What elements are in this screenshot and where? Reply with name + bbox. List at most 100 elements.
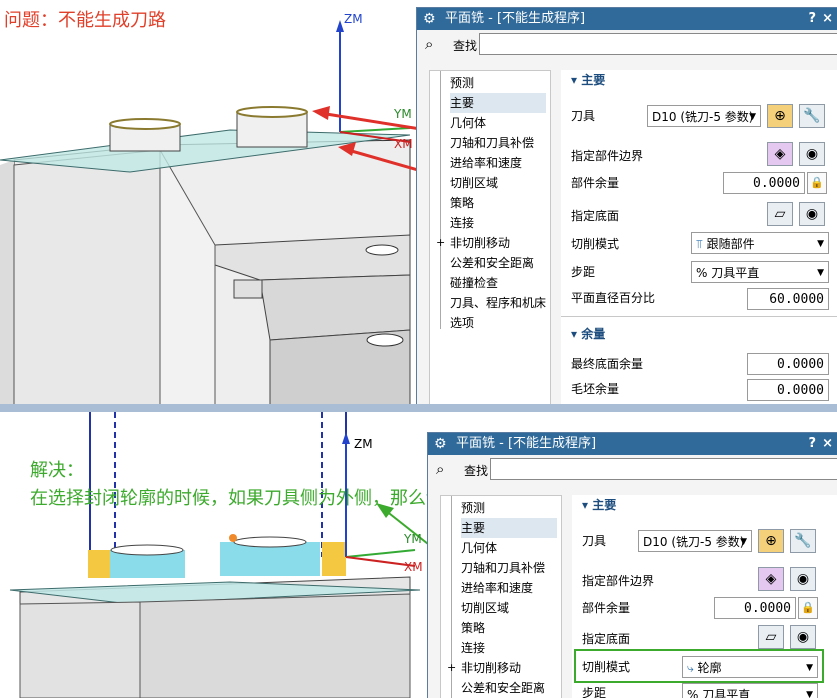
- solution-screenshot: 解决： 在选择封闭轮廓的时候，如果刀具侧为外侧，那么切削模式只能选择轮廓 ZM …: [0, 412, 837, 698]
- expand-icon[interactable]: +: [447, 662, 456, 673]
- ym-axis-label: YM: [404, 532, 422, 546]
- nav-item-feeds[interactable]: 进给率和速度: [450, 153, 522, 173]
- nav-item-preview[interactable]: 预测: [461, 498, 485, 518]
- close-button[interactable]: ×: [822, 433, 833, 455]
- follow-part-icon: ⫪: [696, 237, 707, 251]
- xm-axis-label: XM: [404, 560, 423, 574]
- part-stock-label: 部件余量: [571, 176, 620, 190]
- chevron-down-icon: ▼: [749, 112, 756, 122]
- part-boundary-icon[interactable]: ◈: [767, 142, 793, 166]
- floor-eye-icon[interactable]: ◉: [799, 202, 825, 226]
- binoculars-icon: ⌕: [425, 35, 434, 53]
- floor-label: 指定底面: [582, 632, 631, 646]
- tool-select[interactable]: D10 (铣刀-5 参数) ▼: [647, 105, 761, 127]
- nav-item-geometry[interactable]: 几何体: [461, 538, 497, 558]
- new-tool-icon[interactable]: ⊕: [767, 104, 793, 128]
- nav-tree: 预测 主要 几何体 刀轴和刀具补偿 进给率和速度 切削区域 策略 连接 + 非切…: [429, 70, 551, 410]
- nav-item-connect[interactable]: 连接: [450, 213, 474, 233]
- floor-eye-icon[interactable]: ◉: [790, 625, 816, 649]
- display-eye-icon[interactable]: ◉: [799, 142, 825, 166]
- collapse-icon: ▾: [571, 73, 582, 87]
- nav-item-strategy[interactable]: 策略: [461, 618, 485, 638]
- nav-item-tolerance[interactable]: 公差和安全距离: [450, 253, 534, 273]
- edit-tool-icon[interactable]: 🔧: [790, 529, 816, 553]
- cut-pattern-highlight: [574, 649, 824, 683]
- binoculars-icon: ⌕: [436, 460, 445, 478]
- nav-item-noncut[interactable]: 非切削移动: [461, 658, 521, 678]
- part-boundary-icon[interactable]: ◈: [758, 567, 784, 591]
- percent-label: 平面直径百分比: [571, 291, 656, 305]
- help-button[interactable]: ?: [808, 433, 816, 455]
- find-input[interactable]: [490, 458, 837, 480]
- part-stock-input[interactable]: 0.0000: [723, 172, 805, 194]
- nav-item-cut-region[interactable]: 切削区域: [461, 598, 509, 618]
- nav-item-tool-program[interactable]: 刀具、程序和机床: [450, 293, 546, 313]
- blank-stock-label: 毛坯余量: [571, 382, 620, 396]
- percent-input[interactable]: 60.0000: [747, 288, 829, 310]
- stock-section-header[interactable]: ▾ 余量: [571, 324, 605, 344]
- stepover-select[interactable]: % 刀具平直 ▼: [682, 683, 818, 698]
- nav-item-cut-region[interactable]: 切削区域: [450, 173, 498, 193]
- new-tool-icon[interactable]: ⊕: [758, 529, 784, 553]
- part-boundary-label: 指定部件边界: [582, 574, 655, 588]
- final-floor-input[interactable]: 0.0000: [747, 353, 829, 375]
- expand-icon[interactable]: +: [436, 237, 445, 248]
- floor-select-icon[interactable]: ▱: [767, 202, 793, 226]
- zm-axis-label: ZM: [344, 12, 363, 26]
- stepover-label: 步距: [582, 686, 607, 698]
- nav-item-geometry[interactable]: 几何体: [450, 113, 486, 133]
- cut-pattern-label: 切削模式: [571, 237, 620, 251]
- nav-item-collision[interactable]: 碰撞检查: [450, 273, 498, 293]
- nav-item-noncut[interactable]: 非切削移动: [450, 233, 510, 253]
- chevron-down-icon: ▼: [806, 690, 813, 698]
- nav-item-preview[interactable]: 预测: [450, 73, 474, 93]
- stepover-label: 步距: [571, 265, 596, 279]
- nav-item-strategy[interactable]: 策略: [450, 193, 474, 213]
- part-boundary-label: 指定部件边界: [571, 149, 644, 163]
- nav-item-feeds[interactable]: 进给率和速度: [461, 578, 533, 598]
- find-row: ⌕ 查找: [428, 455, 837, 483]
- floor-label: 指定底面: [571, 209, 620, 223]
- gear-icon: ⚙: [434, 436, 447, 452]
- close-button[interactable]: ×: [822, 8, 833, 30]
- cut-pattern-select[interactable]: ⫪ 跟随部件 ▼: [691, 232, 829, 254]
- dialog-title-bar: ⚙ 平面铣 - [不能生成程序] ? ×: [417, 8, 837, 30]
- nav-item-main[interactable]: 主要: [461, 518, 557, 538]
- chevron-down-icon: ▼: [817, 268, 824, 278]
- lock-icon[interactable]: 🔒: [807, 172, 827, 194]
- gear-icon: ⚙: [423, 11, 436, 27]
- blank-stock-input[interactable]: 0.0000: [747, 379, 829, 401]
- solution-title: 解决：: [30, 460, 84, 481]
- nav-item-options[interactable]: 选项: [450, 313, 474, 333]
- find-input[interactable]: [479, 33, 837, 55]
- stepover-select[interactable]: % 刀具平直 ▼: [691, 261, 829, 283]
- part-stock-input[interactable]: 0.0000: [714, 597, 796, 619]
- main-section-header[interactable]: ▾ 主要: [571, 70, 605, 90]
- tool-label: 刀具: [571, 109, 596, 123]
- edit-tool-icon[interactable]: 🔧: [799, 104, 825, 128]
- stock-section-label: 余量: [581, 327, 606, 341]
- chevron-down-icon: ▼: [817, 239, 824, 249]
- nav-item-tolerance[interactable]: 公差和安全距离: [461, 678, 545, 698]
- main-section-header[interactable]: ▾ 主要: [582, 495, 616, 515]
- screenshot-separator: [0, 404, 837, 412]
- dialog-title: 平面铣 - [不能生成程序]: [445, 11, 586, 26]
- display-eye-icon[interactable]: ◉: [790, 567, 816, 591]
- xm-axis-label: XM: [394, 137, 413, 151]
- nav-item-tool-axis[interactable]: 刀轴和刀具补偿: [450, 133, 534, 153]
- tool-select[interactable]: D10 (铣刀-5 参数) ▼: [638, 530, 752, 552]
- dialog-title-bar: ⚙ 平面铣 - [不能生成程序] ? ×: [428, 433, 837, 455]
- final-floor-label: 最终底面余量: [571, 357, 644, 371]
- nav-tree: 预测 主要 几何体 刀轴和刀具补偿 进给率和速度 切削区域 策略 连接 + 非切…: [440, 495, 562, 698]
- find-label: 查找: [464, 464, 489, 478]
- nav-item-main[interactable]: 主要: [450, 93, 546, 113]
- floor-select-icon[interactable]: ▱: [758, 625, 784, 649]
- lock-icon[interactable]: 🔒: [798, 597, 818, 619]
- tool-value: D10 (铣刀-5 参数): [652, 110, 754, 124]
- nav-item-tool-axis[interactable]: 刀轴和刀具补偿: [461, 558, 545, 578]
- nav-item-connect[interactable]: 连接: [461, 638, 485, 658]
- ym-axis-label: YM: [394, 107, 412, 121]
- dialog-title: 平面铣 - [不能生成程序]: [456, 436, 597, 451]
- section-divider: [561, 316, 837, 317]
- help-button[interactable]: ?: [808, 8, 816, 30]
